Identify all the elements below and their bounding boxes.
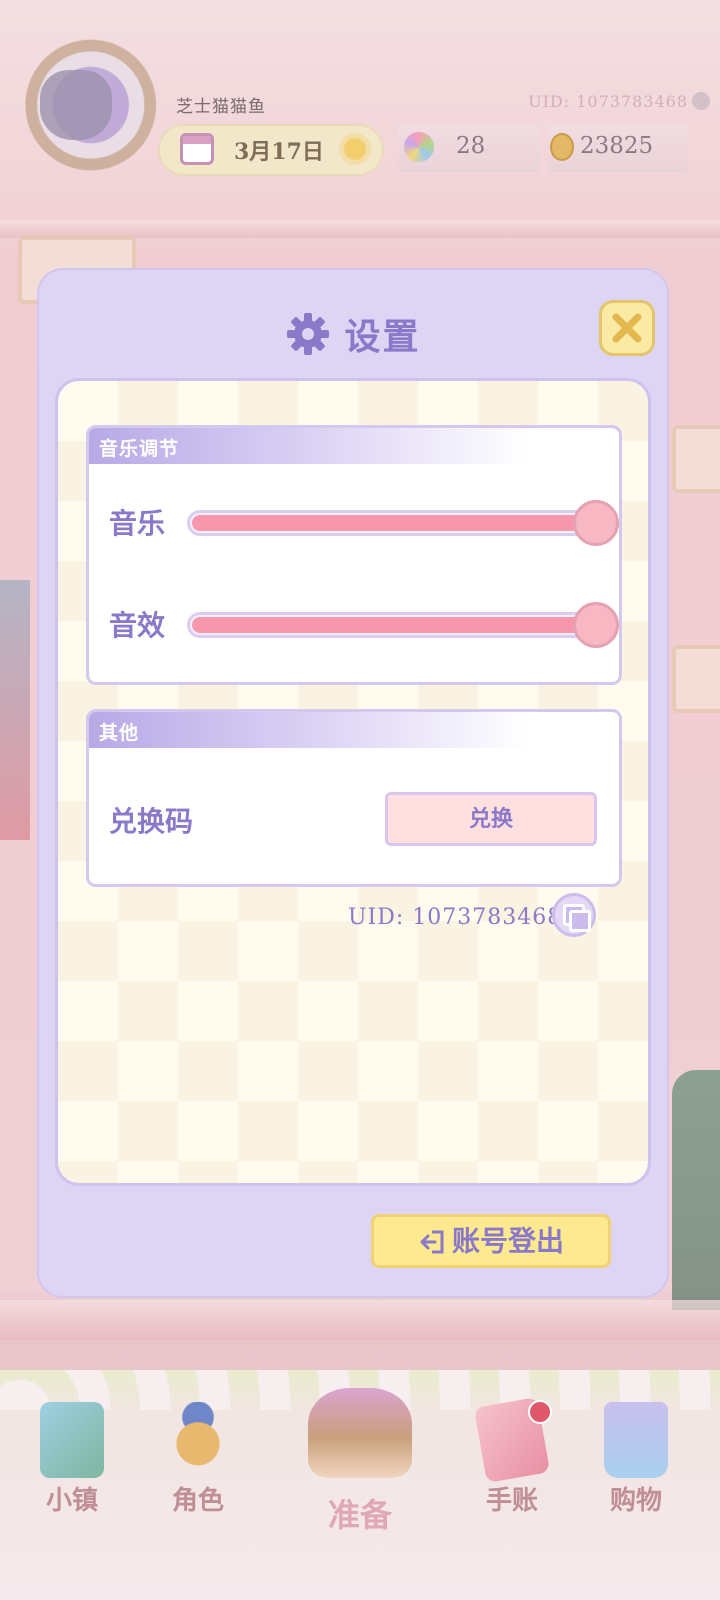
- music-slider[interactable]: [187, 500, 619, 546]
- christmas-tree-decoration: [672, 1070, 720, 1310]
- other-section: 其他 兑换码 兑换: [86, 709, 622, 887]
- left-decoration: [0, 580, 30, 840]
- dialog-title-bar: 设置: [37, 308, 669, 358]
- coin-counter[interactable]: 23825: [548, 124, 688, 172]
- bottom-nav: 小镇 角色 准备 手账 购物: [0, 1370, 720, 1600]
- gear-icon: [287, 313, 330, 355]
- notification-badge: [528, 1400, 552, 1424]
- copy-uid-button[interactable]: [552, 893, 596, 937]
- player-name: 芝士猫猫鱼: [176, 97, 266, 117]
- nav-town[interactable]: 小镇: [22, 1402, 122, 1542]
- sfx-slider-knob[interactable]: [573, 602, 619, 648]
- uid-text: UID: 1073783468: [348, 905, 563, 930]
- nav-journal[interactable]: 手账: [462, 1397, 562, 1542]
- dialog-title: 设置: [344, 316, 421, 358]
- avatar[interactable]: [0, 30, 165, 180]
- logout-label: 账号登出: [451, 1224, 564, 1258]
- nav-label: 小镇: [45, 1486, 98, 1516]
- wall-frame: [672, 425, 720, 493]
- nav-prepare[interactable]: 准备: [300, 1388, 420, 1542]
- uid-header: UID: 1073783468: [528, 92, 688, 111]
- settings-dialog: 设置 音乐调节 音乐 音效 其他 兑换码 兑换 UID: 1073783468 …: [37, 268, 669, 1298]
- nav-label: 手账: [485, 1486, 538, 1516]
- cat-avatar-icon: [40, 70, 112, 140]
- character-icon: [166, 1402, 230, 1478]
- map-icon: [40, 1402, 104, 1478]
- section-header-text: 音乐调节: [99, 438, 180, 460]
- date-display: 3月17日: [158, 124, 384, 176]
- nav-label: 购物: [609, 1486, 662, 1516]
- nav-shopping[interactable]: 购物: [586, 1402, 686, 1542]
- date-text: 3月17日: [234, 139, 324, 165]
- wall-frame: [672, 645, 720, 713]
- music-label: 音乐: [109, 507, 166, 540]
- close-button[interactable]: [599, 300, 655, 356]
- sfx-label: 音效: [109, 609, 166, 642]
- music-section: 音乐调节 音乐 音效: [86, 425, 622, 685]
- section-header: 音乐调节: [89, 428, 529, 464]
- gem-count: 28: [456, 133, 486, 159]
- redeem-button[interactable]: 兑换: [385, 792, 597, 846]
- sfx-slider[interactable]: [187, 602, 619, 648]
- flower-gem-icon: [404, 132, 434, 162]
- coin-count: 23825: [580, 133, 654, 159]
- settings-panel: 音乐调节 音乐 音效 其他 兑换码 兑换 UID: 1073783468: [55, 378, 651, 1186]
- gem-counter[interactable]: 28: [398, 124, 540, 172]
- nav-label: 角色: [171, 1486, 224, 1516]
- sun-icon: [344, 138, 366, 160]
- logout-button[interactable]: 账号登出: [371, 1214, 611, 1268]
- nav-label: 准备: [327, 1496, 392, 1534]
- sfx-slider-fill: [192, 617, 594, 633]
- section-header-text: 其他: [99, 722, 140, 744]
- basket-icon: [308, 1388, 412, 1478]
- shopping-bag-icon: [604, 1402, 668, 1478]
- section-header: 其他: [89, 712, 529, 748]
- close-icon: [612, 313, 642, 343]
- nav-character[interactable]: 角色: [148, 1402, 248, 1542]
- logout-icon: [420, 1230, 444, 1253]
- calendar-icon: [180, 133, 214, 165]
- music-slider-fill: [192, 515, 594, 531]
- redeem-code-label: 兑换码: [109, 805, 194, 838]
- floor-decoration: [0, 1300, 720, 1340]
- copy-icon[interactable]: [692, 92, 710, 110]
- coin-icon: [550, 133, 574, 161]
- music-slider-knob[interactable]: [573, 500, 619, 546]
